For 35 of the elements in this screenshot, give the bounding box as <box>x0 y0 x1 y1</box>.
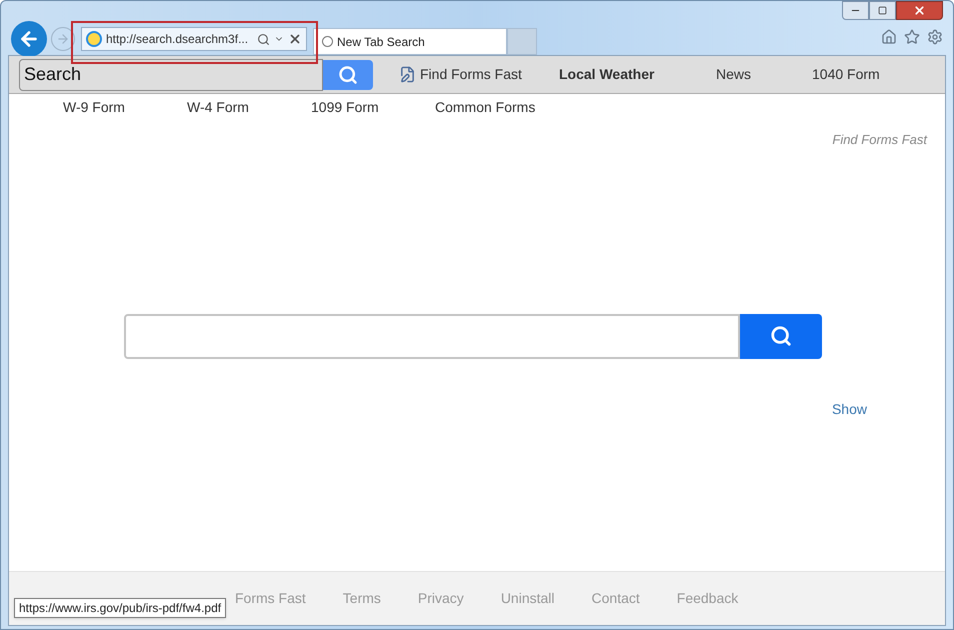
form-link[interactable]: 1099 Form <box>311 96 435 118</box>
forward-button[interactable] <box>51 27 75 51</box>
close-icon <box>913 4 926 17</box>
toolbar-link[interactable]: 1040 Form <box>812 64 912 85</box>
close-icon[interactable] <box>288 32 302 46</box>
settings-icon[interactable] <box>927 29 943 45</box>
address-text: http://search.dsearchm3f... <box>106 31 248 48</box>
close-button[interactable] <box>896 1 943 20</box>
maximize-icon <box>878 6 887 15</box>
toolbar-link[interactable]: News <box>716 64 812 85</box>
browser-tab[interactable]: New Tab Search <box>313 28 507 55</box>
form-link[interactable]: Common Forms <box>435 96 559 118</box>
search-icon[interactable] <box>257 32 270 46</box>
search-icon <box>770 325 792 347</box>
form-icon <box>399 66 416 83</box>
browser-logo-icon <box>86 31 102 47</box>
form-link[interactable]: W-4 Form <box>187 96 311 118</box>
home-icon[interactable] <box>881 29 897 45</box>
toolbar-link[interactable]: Local Weather <box>559 64 716 85</box>
address-bar[interactable]: http://search.dsearchm3f... <box>81 27 307 51</box>
main-search-field[interactable] <box>124 314 740 358</box>
toolbar-search-field[interactable]: Search <box>19 58 323 90</box>
search-icon <box>338 64 358 84</box>
favorites-icon[interactable] <box>904 29 920 45</box>
form-link[interactable]: W-9 Form <box>63 96 187 118</box>
brand-text: Find Forms Fast <box>832 131 927 149</box>
maximize-button[interactable] <box>869 1 896 20</box>
loading-icon <box>322 36 333 47</box>
show-link[interactable]: Show <box>832 398 867 420</box>
toolbar-search-button[interactable] <box>323 60 373 90</box>
back-button[interactable] <box>11 21 47 57</box>
toolbar-link[interactable]: Find Forms Fast <box>399 64 559 85</box>
tab-title: New Tab Search <box>337 34 425 50</box>
main-search-button[interactable] <box>740 314 822 358</box>
url-tooltip: https://www.irs.gov/pub/irs-pdf/fw4.pdf <box>14 598 226 618</box>
